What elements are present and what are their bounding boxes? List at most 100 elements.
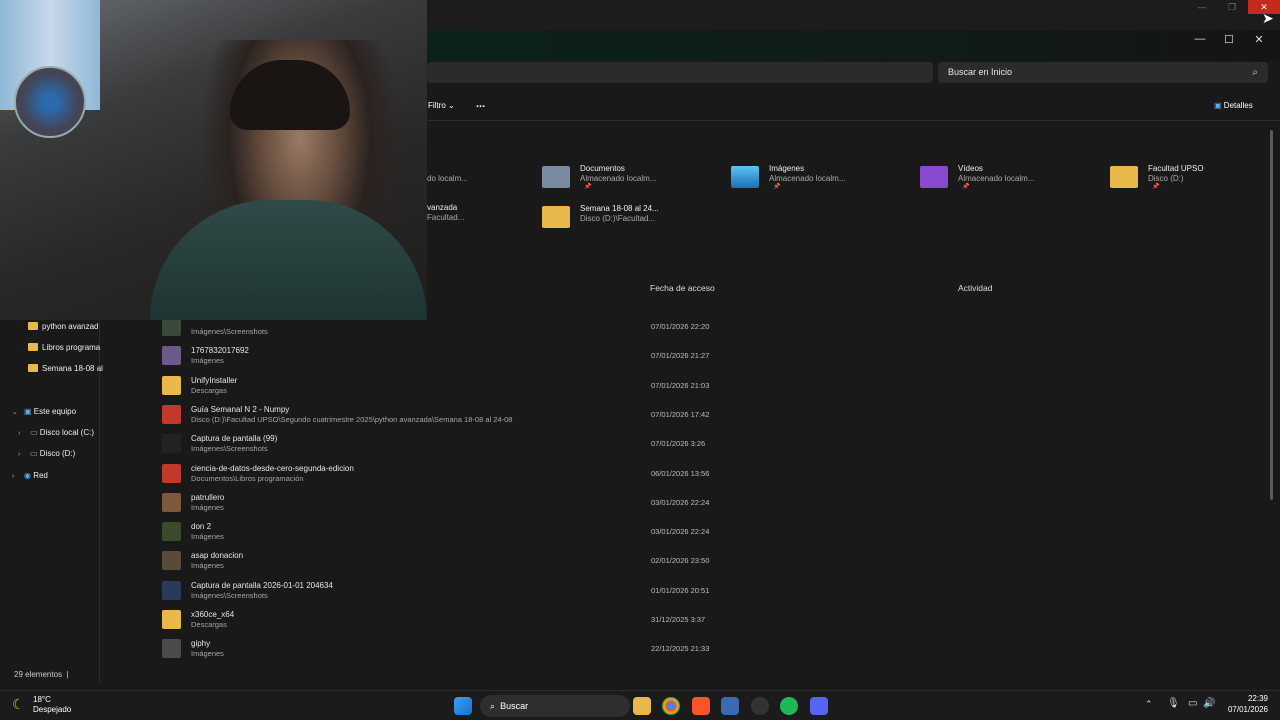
chevron-right-icon[interactable]: › bbox=[18, 427, 28, 441]
chevron-up-icon[interactable]: ⌃ bbox=[1145, 699, 1153, 710]
mouse-cursor-icon: ➤ bbox=[1262, 10, 1274, 26]
file-thumbnail-icon bbox=[162, 463, 181, 483]
file-row[interactable]: asap donacion Imágenes 02/01/2026 23:50 bbox=[160, 547, 1260, 575]
file-thumbnail-icon bbox=[162, 434, 181, 454]
file-row[interactable]: Guía Semanal N 2 - Numpy Disco (D:)\Facul… bbox=[160, 401, 1260, 429]
file-row[interactable]: Captura de pantalla (99) Imágenes\Screens… bbox=[160, 430, 1260, 458]
address-bar[interactable] bbox=[427, 62, 933, 83]
sidebar-item-libros[interactable]: Libros programa bbox=[28, 341, 100, 355]
search-placeholder: Buscar en Inicio bbox=[948, 67, 1013, 77]
file-date: 01/01/2026 20:51 bbox=[651, 585, 710, 595]
quick-access-documentos[interactable]: Documentos Almacenado localm... 📌 bbox=[542, 164, 722, 194]
outer-minimize-button[interactable]: — bbox=[1186, 0, 1218, 14]
sidebar-item-red[interactable]: › ◉ Red bbox=[12, 469, 48, 483]
sidebar-item-python-avanzada[interactable]: python avanzad bbox=[28, 320, 99, 334]
file-path: Imágenes bbox=[191, 532, 224, 542]
folder-icon bbox=[542, 206, 570, 228]
pin-icon: 📌 bbox=[773, 184, 781, 190]
sidebar-item-semana[interactable]: Semana 18-08 al bbox=[28, 362, 103, 376]
taskbar-search[interactable]: ⌕ Buscar bbox=[480, 695, 630, 717]
spotify-icon[interactable] bbox=[780, 697, 798, 715]
pin-icon: 📌 bbox=[962, 184, 970, 190]
details-pane-icon: ▣ bbox=[1214, 101, 1222, 110]
file-date: 07/01/2026 3:26 bbox=[651, 439, 706, 449]
file-explorer-icon[interactable] bbox=[633, 697, 651, 715]
chevron-right-icon[interactable]: › bbox=[18, 448, 28, 462]
quick-access-semana[interactable]: Semana 18-08 al 24... Disco (D:)\Faculta… bbox=[542, 204, 722, 234]
file-thumbnail-icon bbox=[162, 610, 181, 629]
clock-date[interactable]: 07/01/2026 bbox=[1222, 705, 1268, 714]
file-thumbnail-icon bbox=[162, 346, 181, 366]
file-name: Captura de pantalla 2026-01-01 204634 bbox=[191, 580, 333, 590]
volume-icon[interactable]: 🔊 bbox=[1203, 698, 1215, 709]
minimize-button[interactable]: — bbox=[1186, 33, 1214, 47]
brave-icon[interactable] bbox=[692, 697, 710, 715]
folder-icon bbox=[28, 322, 38, 330]
discord-icon[interactable] bbox=[810, 697, 828, 715]
more-options-button[interactable]: ... bbox=[476, 94, 485, 114]
folder-icon bbox=[28, 364, 38, 372]
details-button[interactable]: ▣ Detalles bbox=[1214, 96, 1253, 116]
close-button[interactable]: ✕ bbox=[1245, 33, 1273, 47]
item-name: Semana 18-08 al 24... bbox=[580, 204, 659, 213]
maximize-button[interactable]: ☐ bbox=[1215, 33, 1243, 47]
file-path: Imágenes\Screenshots bbox=[191, 327, 268, 336]
file-row[interactable]: Captura de pantalla 2026-01-01 204634 Imá… bbox=[160, 577, 1260, 605]
documents-folder-icon bbox=[542, 166, 570, 188]
file-row[interactable]: ciencia-de-datos-desde-cero-segunda-edic… bbox=[160, 460, 1260, 488]
item-name: Vídeos bbox=[958, 164, 983, 173]
quick-access-facultad-upso[interactable]: Facultad UPSO Disco (D:) 📌 bbox=[1110, 164, 1270, 194]
file-path: Imágenes\Screenshots bbox=[191, 590, 268, 600]
item-location: Almacenado localm... bbox=[580, 174, 657, 183]
file-name: Guía Semanal N 2 - Numpy bbox=[191, 404, 290, 414]
explorer-titlebar bbox=[427, 30, 1280, 61]
search-icon: ⌕ bbox=[1252, 67, 1258, 78]
network-icon[interactable]: ▭ bbox=[1188, 698, 1197, 709]
file-thumbnail-icon bbox=[162, 492, 181, 512]
scrollbar[interactable] bbox=[1270, 130, 1273, 500]
outer-restore-button[interactable]: ❐ bbox=[1216, 0, 1248, 14]
sidebar-item-disco-c[interactable]: › ▭ Disco local (C:) bbox=[18, 426, 94, 440]
network-icon: ◉ bbox=[24, 471, 34, 480]
file-date: 07/01/2026 17:42 bbox=[651, 409, 710, 419]
status-item-count: 29 elementos | bbox=[14, 670, 69, 679]
item-name: Facultad UPSO bbox=[1148, 164, 1204, 173]
quick-access-imagenes[interactable]: Imágenes Almacenado localm... 📌 bbox=[731, 164, 911, 194]
chevron-right-icon[interactable]: › bbox=[12, 470, 22, 484]
steam-icon[interactable] bbox=[751, 697, 769, 715]
folder-icon bbox=[28, 343, 38, 351]
file-row[interactable]: patrullero Imágenes 03/01/2026 22:24 bbox=[160, 489, 1260, 517]
chevron-down-icon[interactable]: ⌄ bbox=[12, 406, 22, 420]
sidebar-item-este-equipo[interactable]: ⌄ ▣ Este equipo bbox=[12, 405, 76, 419]
sidebar-item-disco-d[interactable]: › ▭ Disco (D:) bbox=[18, 447, 75, 461]
file-name: x360ce_x64 bbox=[191, 610, 235, 619]
file-path: Imágenes bbox=[191, 502, 224, 512]
start-windows-icon[interactable] bbox=[454, 697, 472, 715]
chrome-icon[interactable] bbox=[662, 697, 680, 715]
computer-icon: ▣ bbox=[24, 407, 34, 416]
clock-time[interactable]: 22:39 bbox=[1236, 694, 1268, 703]
column-header-accessed[interactable]: Fecha de acceso bbox=[650, 283, 715, 293]
file-date: 07/01/2026 21:03 bbox=[651, 380, 710, 390]
column-header-activity[interactable]: Actividad bbox=[958, 283, 993, 293]
file-row[interactable]: 1767832017692 Imágenes 07/01/2026 21:27 bbox=[160, 342, 1260, 370]
filter-button[interactable]: Filtro ⌄ bbox=[428, 96, 455, 116]
file-date: 07/01/2026 21:27 bbox=[651, 351, 710, 361]
pin-icon: 📌 bbox=[584, 184, 592, 190]
item-location: Disco (D:)\Facultad... bbox=[580, 214, 656, 223]
file-name: UnifyInstaller bbox=[191, 375, 238, 385]
microphone-icon[interactable]: 🎙 bbox=[1167, 698, 1180, 709]
file-row[interactable]: UnifyInstaller Descargas 07/01/2026 21:03 bbox=[160, 372, 1260, 400]
file-row[interactable]: giphy Imágenes 22/12/2025 21:33 bbox=[160, 635, 1260, 663]
search-input[interactable]: Buscar en Inicio ⌕ bbox=[938, 62, 1268, 83]
weather-desc[interactable]: Despejado bbox=[33, 705, 71, 714]
security-app-icon[interactable] bbox=[721, 697, 739, 715]
file-row[interactable]: x360ce_x64 Descargas 31/12/2025 3:37 bbox=[160, 606, 1260, 634]
file-date: 07/01/2026 22:20 bbox=[651, 322, 710, 331]
partial-item-sub: do localm... bbox=[427, 174, 468, 183]
item-location: Disco (D:) bbox=[1148, 174, 1184, 183]
weather-temp[interactable]: 18°C bbox=[33, 695, 51, 704]
webcam-overlay bbox=[0, 0, 427, 320]
file-row[interactable]: don 2 Imágenes 03/01/2026 22:24 bbox=[160, 518, 1260, 546]
quick-access-videos[interactable]: Vídeos Almacenado localm... 📌 bbox=[920, 164, 1100, 194]
